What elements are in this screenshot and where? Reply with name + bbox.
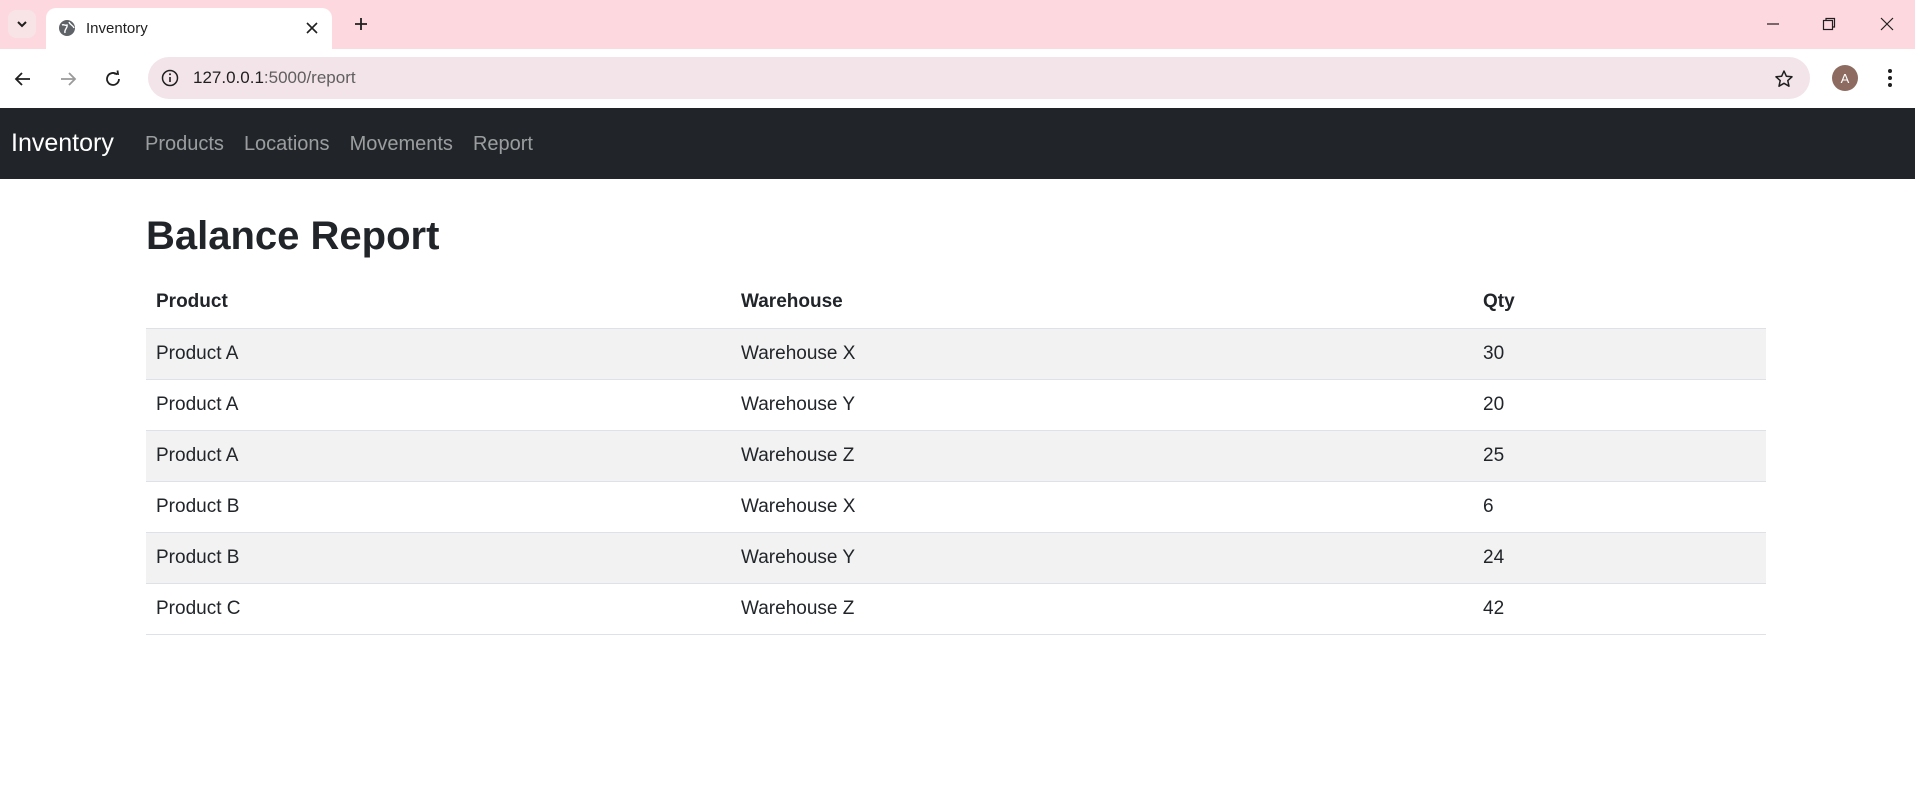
tab-title: Inventory: [86, 20, 148, 37]
plus-icon: [355, 18, 367, 30]
browser-tabstrip: Inventory: [0, 0, 1915, 49]
browser-toolbar: 127.0.0.1:5000/report A: [0, 49, 1915, 108]
cell-qty: 6: [1473, 481, 1766, 533]
cell-qty: 42: [1473, 583, 1766, 635]
table-row: Product A Warehouse Y 20: [146, 379, 1766, 431]
globe-icon: [59, 20, 75, 36]
cell-product: Product A: [146, 430, 731, 482]
cell-warehouse: Warehouse Y: [731, 379, 1473, 431]
back-button[interactable]: [7, 63, 39, 95]
cell-product: Product B: [146, 532, 731, 584]
address-bar[interactable]: 127.0.0.1:5000/report: [148, 57, 1810, 99]
url-path: :5000/report: [263, 68, 356, 87]
nav-link-locations[interactable]: Locations: [244, 133, 330, 156]
column-header-product: Product: [146, 276, 731, 329]
table-row: Product C Warehouse Z 42: [146, 583, 1766, 635]
column-header-warehouse: Warehouse: [731, 276, 1473, 329]
cell-warehouse: Warehouse Y: [731, 532, 1473, 584]
cell-product: Product B: [146, 481, 731, 533]
site-navbar: Inventory Products Locations Movements R…: [0, 108, 1915, 179]
nav-links: Products Locations Movements Report: [145, 133, 553, 156]
close-icon: [1880, 17, 1894, 31]
table-row: Product A Warehouse Z 25: [146, 430, 1766, 482]
nav-link-report[interactable]: Report: [473, 133, 533, 156]
main-content: Balance Report Product Warehouse Qty Pro…: [146, 212, 1766, 635]
table-row: Product A Warehouse X 30: [146, 328, 1766, 380]
cell-product: Product C: [146, 583, 731, 635]
close-window-button[interactable]: [1869, 10, 1905, 38]
cell-qty: 24: [1473, 532, 1766, 584]
table-row: Product B Warehouse X 6: [146, 481, 1766, 533]
page-title: Balance Report: [146, 214, 440, 258]
cell-qty: 25: [1473, 430, 1766, 482]
cell-warehouse: Warehouse X: [731, 481, 1473, 533]
restore-icon: [1822, 17, 1836, 31]
reload-icon: [106, 70, 120, 86]
restore-button[interactable]: [1811, 10, 1847, 38]
new-tab-button[interactable]: [349, 12, 373, 36]
profile-avatar[interactable]: A: [1832, 65, 1858, 91]
tab-search-button[interactable]: [8, 10, 36, 38]
cell-product: Product A: [146, 379, 731, 431]
forward-button[interactable]: [52, 63, 84, 95]
url-host: 127.0.0.1: [193, 68, 264, 87]
nav-link-movements[interactable]: Movements: [350, 133, 453, 156]
cell-warehouse: Warehouse X: [731, 328, 1473, 380]
nav-link-products[interactable]: Products: [145, 133, 224, 156]
browser-menu-button[interactable]: [1875, 63, 1905, 93]
minimize-button[interactable]: [1755, 10, 1791, 38]
minimize-icon: [1767, 23, 1779, 25]
chevron-down-icon: [17, 21, 27, 28]
cell-warehouse: Warehouse Z: [731, 583, 1473, 635]
balance-table: Product Warehouse Qty Product A Warehous…: [146, 276, 1766, 635]
site-info-button[interactable]: [158, 66, 182, 90]
close-tab-button[interactable]: [302, 18, 322, 38]
star-icon: [1775, 70, 1793, 87]
cell-qty: 20: [1473, 379, 1766, 431]
arrow-right-icon: [61, 72, 77, 86]
cell-qty: 30: [1473, 328, 1766, 380]
reload-button[interactable]: [97, 63, 129, 95]
bookmark-button[interactable]: [1772, 67, 1796, 91]
navbar-brand[interactable]: Inventory: [11, 129, 114, 158]
table-row: Product B Warehouse Y 24: [146, 532, 1766, 584]
table-header-row: Product Warehouse Qty: [146, 276, 1766, 329]
info-icon: [161, 69, 179, 87]
browser-tab[interactable]: Inventory: [46, 8, 332, 49]
cell-warehouse: Warehouse Z: [731, 430, 1473, 482]
cell-product: Product A: [146, 328, 731, 380]
close-icon: [306, 22, 318, 34]
more-vertical-icon: [1888, 69, 1892, 87]
arrow-left-icon: [14, 72, 30, 86]
column-header-qty: Qty: [1473, 276, 1766, 329]
url-text: 127.0.0.1:5000/report: [193, 68, 356, 88]
